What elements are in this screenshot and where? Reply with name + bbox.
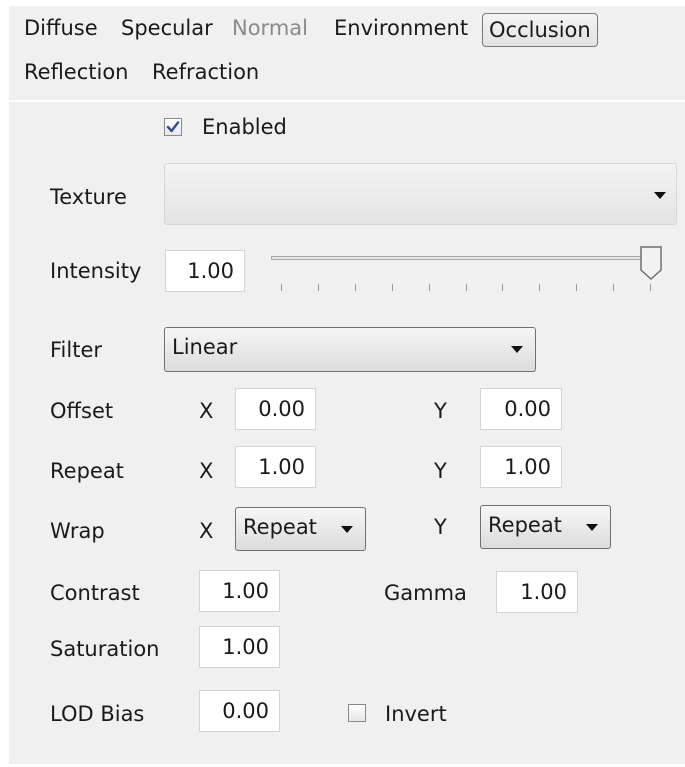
checkmark-icon xyxy=(166,121,180,133)
lod-bias-label: LOD Bias xyxy=(50,702,145,726)
wrap-y-label: Y xyxy=(434,515,447,539)
saturation-label: Saturation xyxy=(50,637,160,661)
repeat-y-input[interactable]: 1.00 xyxy=(480,446,562,488)
tab-refraction[interactable]: Refraction xyxy=(152,60,259,84)
slider-tick xyxy=(428,284,430,291)
filter-label: Filter xyxy=(50,338,103,362)
enabled-checkbox[interactable] xyxy=(164,118,182,136)
chevron-down-icon xyxy=(341,526,353,533)
enabled-label: Enabled xyxy=(202,115,287,139)
intensity-input[interactable]: 1.00 xyxy=(165,250,245,292)
wrap-x-label: X xyxy=(199,519,214,543)
offset-label: Offset xyxy=(50,399,114,423)
slider-tick xyxy=(354,284,356,291)
repeat-x-label: X xyxy=(199,459,214,483)
invert-checkbox[interactable] xyxy=(348,704,366,722)
tab-normal[interactable]: Normal xyxy=(232,16,308,40)
offset-y-label: Y xyxy=(434,399,447,423)
chevron-down-icon xyxy=(654,192,666,199)
slider-tick xyxy=(281,284,282,291)
texture-dropdown[interactable] xyxy=(164,163,677,225)
tab-diffuse[interactable]: Diffuse xyxy=(24,16,98,40)
texture-label: Texture xyxy=(50,185,127,209)
slider-tick xyxy=(650,284,651,291)
invert-label: Invert xyxy=(385,702,447,726)
slider-tick xyxy=(502,284,504,291)
tab-occlusion[interactable]: Occlusion xyxy=(482,13,598,47)
repeat-y-label: Y xyxy=(434,459,447,483)
slider-tick xyxy=(465,284,467,291)
offset-x-input[interactable]: 0.00 xyxy=(235,388,316,430)
filter-dropdown[interactable]: Linear xyxy=(164,327,536,372)
slider-tick xyxy=(391,284,393,291)
intensity-slider-thumb[interactable] xyxy=(640,246,662,280)
slider-tick xyxy=(317,284,319,291)
lod-bias-input[interactable]: 0.00 xyxy=(199,690,280,732)
wrap-y-value: Repeat xyxy=(488,513,562,537)
gamma-label: Gamma xyxy=(384,581,467,605)
wrap-label: Wrap xyxy=(50,519,105,543)
tab-separator xyxy=(9,100,685,102)
wrap-x-dropdown[interactable]: Repeat xyxy=(235,507,366,551)
filter-value: Linear xyxy=(172,335,238,359)
repeat-x-input[interactable]: 1.00 xyxy=(235,446,316,488)
chevron-down-icon xyxy=(586,524,598,531)
offset-x-label: X xyxy=(199,399,214,423)
contrast-input[interactable]: 1.00 xyxy=(199,570,280,612)
slider-tick xyxy=(576,284,578,291)
tab-specular[interactable]: Specular xyxy=(121,16,213,40)
slider-tick xyxy=(539,284,541,291)
tab-reflection[interactable]: Reflection xyxy=(24,60,129,84)
saturation-input[interactable]: 1.00 xyxy=(199,626,280,668)
wrap-y-dropdown[interactable]: Repeat xyxy=(480,505,611,549)
gamma-input[interactable]: 1.00 xyxy=(496,571,578,613)
chevron-down-icon xyxy=(511,346,523,353)
intensity-label: Intensity xyxy=(50,259,142,283)
wrap-x-value: Repeat xyxy=(243,515,317,539)
slider-tick xyxy=(613,284,615,291)
intensity-slider-track[interactable] xyxy=(271,256,651,260)
repeat-label: Repeat xyxy=(50,459,124,483)
contrast-label: Contrast xyxy=(50,581,140,605)
tab-environment[interactable]: Environment xyxy=(334,16,468,40)
offset-y-input[interactable]: 0.00 xyxy=(480,388,562,430)
